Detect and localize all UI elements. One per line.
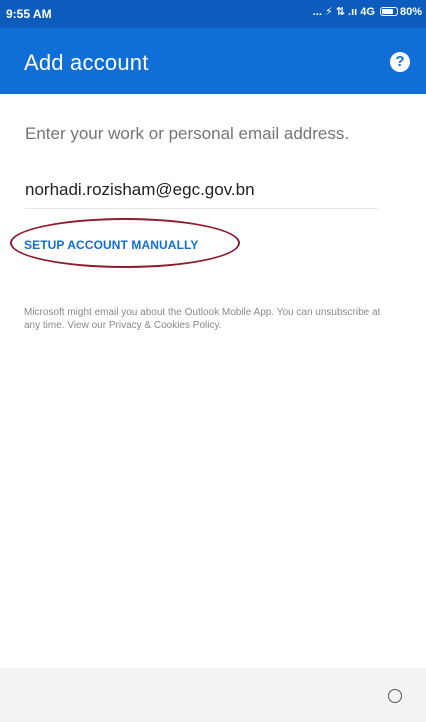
battery-indicator: 80% [379, 5, 422, 18]
battery-percent: 80% [399, 5, 422, 18]
email-field[interactable] [25, 172, 378, 209]
app-bar: Add account ? [0, 28, 426, 94]
page-title: Add account [24, 50, 149, 75]
setup-manually-link[interactable]: SETUP ACCOUNT MANUALLY [24, 238, 198, 252]
bottom-bar [0, 668, 426, 722]
status-indicators: ... ⚡ ⇅ .ıı 4G 80% [312, 5, 422, 19]
battery-icon [379, 7, 398, 16]
status-bar: 9:55 AM ... ⚡ ⇅ .ıı 4G 80% [0, 0, 426, 28]
email-prompt: Enter your work or personal email addres… [25, 124, 350, 143]
privacy-disclaimer: Microsoft might email you about the Outl… [24, 307, 381, 331]
status-time: 9:55 AM [6, 7, 52, 21]
loading-spinner-icon [388, 689, 402, 703]
add-account-screen: 9:55 AM ... ⚡ ⇅ .ıı 4G 80% Add account ?… [0, 0, 426, 722]
battery-fill [381, 9, 394, 14]
help-icon[interactable]: ? [390, 52, 410, 72]
network-indicators: ... ⚡ ⇅ .ıı 4G [312, 6, 375, 18]
